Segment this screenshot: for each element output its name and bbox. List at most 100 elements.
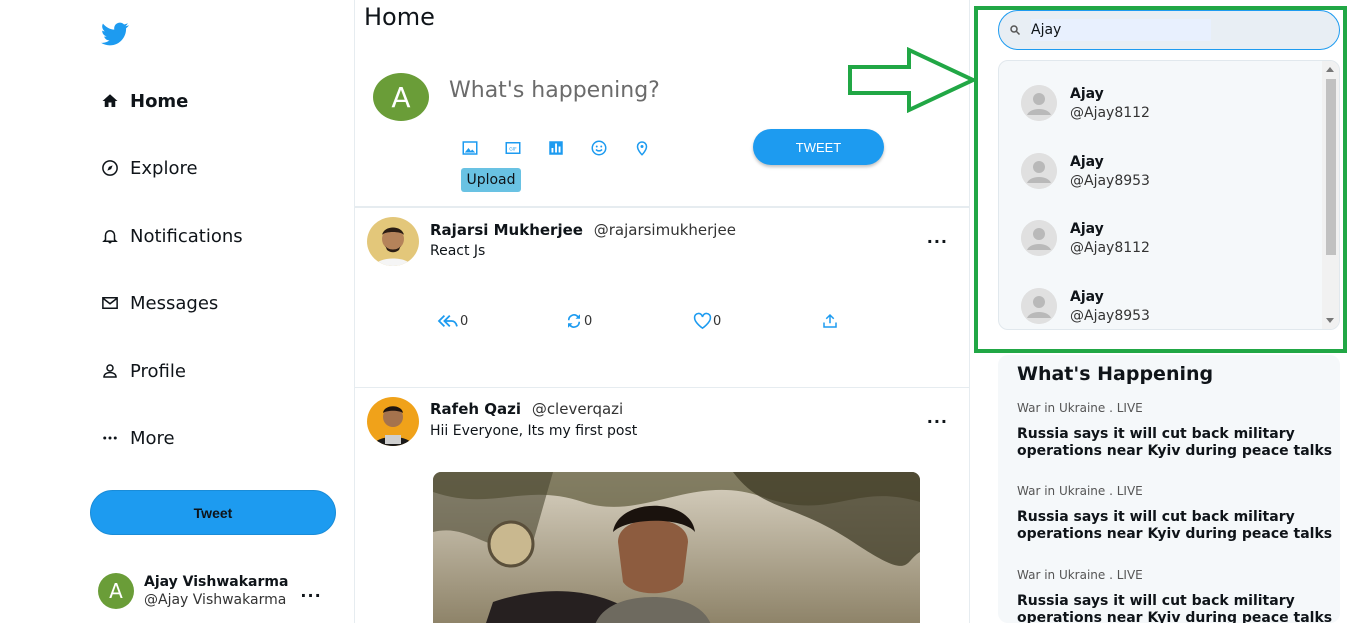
post-header: Rafeh Qazi @cleverqazi: [430, 400, 623, 418]
nav-more-label: More: [130, 427, 175, 449]
search-result-name: Ajay: [1070, 85, 1104, 102]
more-options-icon[interactable]: ...: [300, 582, 321, 601]
default-avatar-icon: [1021, 220, 1057, 256]
dropdown-scrollbar[interactable]: [1322, 61, 1339, 329]
user-handle: @Ajay Vishwakarma: [144, 592, 287, 608]
post-actions: 0 0 0: [437, 312, 949, 330]
nav-profile-label: Profile: [130, 360, 186, 382]
reply-all-icon: [437, 314, 458, 328]
news-headline: Russia says it will cut back military op…: [1017, 509, 1333, 542]
search-result-handle: @Ajay8112: [1070, 104, 1150, 121]
nav-more[interactable]: More: [100, 423, 175, 453]
reply-count: 0: [460, 313, 469, 329]
post-author-handle[interactable]: @cleverqazi: [532, 400, 623, 418]
news-category: War in Ukraine . LIVE: [1017, 484, 1143, 498]
nav-profile[interactable]: Profile: [100, 356, 186, 386]
user-info: Ajay Vishwakarma @Ajay Vishwakarma: [144, 574, 288, 608]
nav-messages[interactable]: Messages: [100, 288, 218, 318]
user-name: Ajay Vishwakarma: [144, 574, 289, 590]
scroll-thumb[interactable]: [1326, 79, 1336, 255]
nav-notifications[interactable]: Notifications: [100, 221, 243, 251]
post-author-name[interactable]: Rajarsi Mukherjee: [430, 221, 583, 239]
image-icon[interactable]: [459, 137, 481, 159]
post-author-name[interactable]: Rafeh Qazi: [430, 400, 521, 418]
avatar: A: [98, 573, 134, 609]
person-icon: [100, 361, 120, 381]
nav-explore[interactable]: Explore: [100, 153, 198, 183]
nav-explore-label: Explore: [130, 157, 198, 179]
share-button[interactable]: [821, 312, 949, 330]
page-title: Home: [364, 3, 435, 31]
like-count: 0: [713, 313, 722, 329]
bell-icon: [100, 226, 120, 246]
default-avatar-icon: [1021, 288, 1057, 324]
scroll-up-arrow-icon[interactable]: [1326, 67, 1334, 72]
search-result-name: Ajay: [1070, 288, 1104, 305]
twitter-bird-icon[interactable]: [100, 20, 130, 48]
search-result-text: Ajay @Ajay8953: [1070, 154, 1150, 189]
annotation-arrow-icon: [848, 47, 977, 113]
nav-messages-label: Messages: [130, 292, 219, 314]
search-result-item[interactable]: Ajay @Ajay8112: [1021, 85, 1150, 121]
post-image[interactable]: [433, 472, 920, 623]
news-category: War in Ukraine . LIVE: [1017, 401, 1143, 415]
retweet-icon: [567, 314, 581, 328]
search-result-handle: @Ajay8112: [1070, 239, 1150, 256]
retweet-count: 0: [584, 313, 593, 329]
heart-icon: [693, 312, 712, 330]
emoji-icon[interactable]: [588, 137, 610, 159]
news-headline: Russia says it will cut back military op…: [1017, 593, 1333, 623]
upload-button[interactable]: Upload: [461, 168, 521, 192]
poll-icon[interactable]: [545, 137, 567, 159]
search-result-item[interactable]: Ajay @Ajay8953: [1021, 153, 1150, 189]
search-result-text: Ajay @Ajay8112: [1070, 86, 1150, 121]
nav-home-label: Home: [130, 90, 189, 112]
post: Rafeh Qazi @cleverqazi Hii Everyone, Its…: [355, 388, 969, 623]
post-avatar[interactable]: [367, 217, 419, 266]
news-item[interactable]: War in Ukraine . LIVE Russia says it wil…: [1017, 401, 1337, 460]
default-avatar-icon: [1021, 85, 1057, 121]
search-result-item[interactable]: Ajay @Ajay8953: [1021, 288, 1150, 324]
more-dots-icon: [100, 428, 120, 448]
post: Rajarsi Mukherjee @rajarsimukherjee Reac…: [355, 208, 969, 388]
home-icon: [100, 91, 120, 111]
tweet-input[interactable]: [449, 74, 849, 106]
post-author-handle[interactable]: @rajarsimukherjee: [594, 221, 736, 239]
account-switcher[interactable]: A Ajay Vishwakarma @Ajay Vishwakarma ...: [98, 569, 338, 613]
search-bar[interactable]: [998, 10, 1340, 50]
default-avatar-icon: [1021, 153, 1057, 189]
post-avatar[interactable]: [367, 397, 419, 446]
sidebar-tweet-button[interactable]: Tweet: [90, 490, 336, 535]
scroll-down-arrow-icon[interactable]: [1326, 318, 1334, 323]
reply-button[interactable]: 0: [437, 312, 565, 330]
search-result-text: Ajay @Ajay8112: [1070, 221, 1150, 256]
news-headline: Russia says it will cut back military op…: [1017, 426, 1333, 459]
search-icon: [1010, 25, 1021, 36]
post-text: React Js: [430, 243, 486, 259]
search-result-handle: @Ajay8953: [1070, 307, 1150, 324]
search-result-handle: @Ajay8953: [1070, 172, 1150, 189]
location-icon[interactable]: [631, 137, 653, 159]
post-text: Hii Everyone, Its my first post: [430, 423, 638, 439]
svg-text:GIF: GIF: [509, 146, 517, 152]
post-more-icon[interactable]: ...: [927, 228, 948, 247]
whats-happening-title: What's Happening: [1017, 363, 1214, 385]
right-column: Ajay @Ajay8112 Ajay @Ajay8953 Ajay: [970, 0, 1350, 623]
search-result-text: Ajay @Ajay8953: [1070, 289, 1150, 324]
like-button[interactable]: 0: [693, 312, 821, 330]
nav-notifications-label: Notifications: [130, 225, 243, 247]
compass-icon: [100, 158, 120, 178]
share-icon: [823, 313, 837, 328]
search-result-item[interactable]: Ajay @Ajay8112: [1021, 220, 1150, 256]
search-input[interactable]: [1031, 19, 1211, 41]
nav-home[interactable]: Home: [100, 86, 188, 116]
gif-icon[interactable]: GIF: [502, 137, 524, 159]
retweet-button[interactable]: 0: [565, 312, 693, 330]
news-item[interactable]: War in Ukraine . LIVE Russia says it wil…: [1017, 568, 1337, 623]
tweet-submit-button[interactable]: TWEET: [753, 129, 884, 165]
post-more-icon[interactable]: ...: [927, 408, 948, 427]
sidebar: Home Explore Notifications Messages Prof…: [0, 0, 355, 623]
post-header: Rajarsi Mukherjee @rajarsimukherjee: [430, 221, 736, 239]
news-item[interactable]: War in Ukraine . LIVE Russia says it wil…: [1017, 484, 1337, 543]
whats-happening-panel: What's Happening War in Ukraine . LIVE R…: [998, 355, 1340, 623]
